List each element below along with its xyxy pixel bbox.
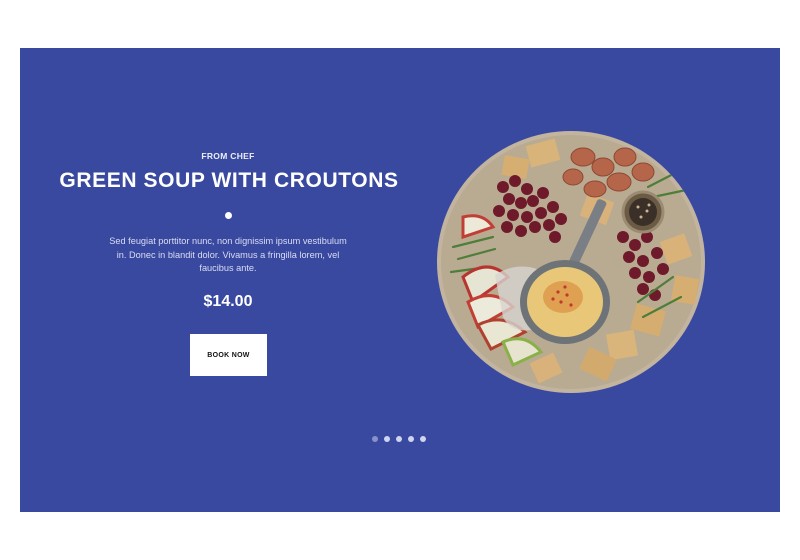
eyebrow-label: FROM CHEF <box>201 151 255 161</box>
hero-slider: FROM CHEF GREEN SOUP WITH CROUTONS Sed f… <box>20 48 780 512</box>
price-label: $14.00 <box>203 293 253 310</box>
pagination-dot[interactable] <box>384 436 390 442</box>
book-now-button[interactable]: BOOK NOW <box>190 334 267 376</box>
food-platter-image <box>437 131 705 393</box>
pagination-dot[interactable] <box>396 436 402 442</box>
slide-description: Sed feugiat porttitor nunc, non dignissi… <box>109 236 347 274</box>
pagination-dot[interactable] <box>420 436 426 442</box>
pagination-dot[interactable] <box>408 436 414 442</box>
pagination-dot[interactable] <box>372 436 378 442</box>
divider-dot <box>225 212 232 219</box>
slide-title: GREEN SOUP WITH CROUTONS <box>59 169 399 192</box>
carousel-pagination <box>372 436 426 446</box>
